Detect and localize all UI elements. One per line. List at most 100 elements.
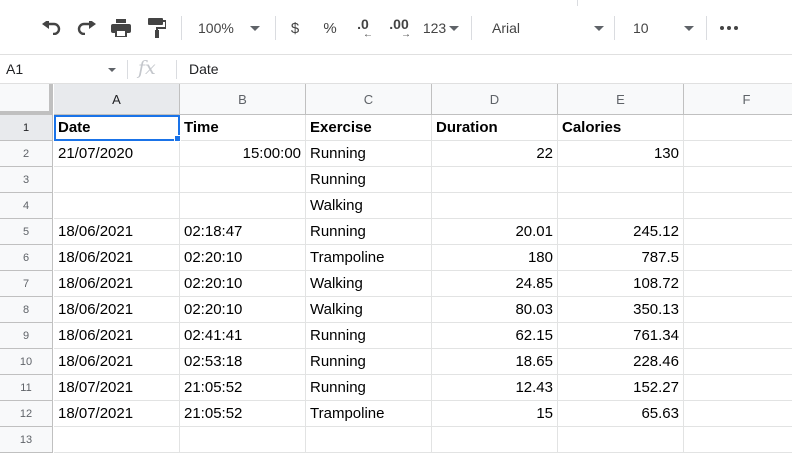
cell-b4[interactable]	[180, 193, 306, 219]
cell-d7[interactable]: 24.85	[432, 271, 558, 297]
cell-e9[interactable]: 761.34	[558, 323, 684, 349]
cell-a12[interactable]: 18/07/2021	[54, 401, 180, 427]
cell-e8[interactable]: 350.13	[558, 297, 684, 323]
row-header[interactable]: 13	[0, 427, 53, 453]
cell-a13[interactable]	[54, 427, 180, 453]
cell-e1[interactable]: Calories	[558, 115, 684, 141]
cell-e4[interactable]	[558, 193, 684, 219]
row-header[interactable]: 3	[0, 167, 53, 193]
cell-e13[interactable]	[558, 427, 684, 453]
undo-button[interactable]	[36, 13, 66, 43]
cell-d1[interactable]: Duration	[432, 115, 558, 141]
font-family-select[interactable]: Arial	[484, 13, 606, 43]
cell-d12[interactable]: 15	[432, 401, 558, 427]
cell-d9[interactable]: 62.15	[432, 323, 558, 349]
cell-b5[interactable]: 02:18:47	[180, 219, 306, 245]
column-header-c[interactable]: C	[306, 84, 432, 115]
cell-d11[interactable]: 12.43	[432, 375, 558, 401]
redo-button[interactable]	[72, 13, 102, 43]
formula-input[interactable]: Date	[189, 61, 219, 77]
cell-c2[interactable]: Running	[306, 141, 432, 167]
cell-e12[interactable]: 65.63	[558, 401, 684, 427]
cell-f2[interactable]	[684, 141, 792, 167]
cell-c3[interactable]: Running	[306, 167, 432, 193]
cell-e5[interactable]: 245.12	[558, 219, 684, 245]
cell-a4[interactable]	[54, 193, 180, 219]
font-size-select[interactable]: 10	[624, 13, 698, 43]
print-button[interactable]	[106, 13, 136, 43]
cell-f13[interactable]	[684, 427, 792, 453]
cell-b10[interactable]: 02:53:18	[180, 349, 306, 375]
select-all-corner[interactable]	[0, 84, 53, 115]
zoom-select[interactable]: 100%	[190, 13, 270, 43]
row-header[interactable]: 12	[0, 401, 53, 427]
cell-d6[interactable]: 180	[432, 245, 558, 271]
cell-b9[interactable]: 02:41:41	[180, 323, 306, 349]
cell-a1[interactable]: Date	[54, 115, 180, 141]
column-header-a[interactable]: A	[54, 84, 180, 115]
cell-f3[interactable]	[684, 167, 792, 193]
cell-a10[interactable]: 18/06/2021	[54, 349, 180, 375]
cell-c13[interactable]	[306, 427, 432, 453]
cell-c11[interactable]: Running	[306, 375, 432, 401]
cell-c12[interactable]: Trampoline	[306, 401, 432, 427]
cell-d10[interactable]: 18.65	[432, 349, 558, 375]
cell-f8[interactable]	[684, 297, 792, 323]
column-header-e[interactable]: E	[558, 84, 684, 115]
increase-decimal-button[interactable]: .00 →	[384, 13, 414, 43]
cell-a5[interactable]: 18/06/2021	[54, 219, 180, 245]
cell-b11[interactable]: 21:05:52	[180, 375, 306, 401]
cell-a6[interactable]: 18/06/2021	[54, 245, 180, 271]
row-header[interactable]: 10	[0, 349, 53, 375]
cell-d3[interactable]	[432, 167, 558, 193]
cell-e7[interactable]: 108.72	[558, 271, 684, 297]
cell-b12[interactable]: 21:05:52	[180, 401, 306, 427]
row-header[interactable]: 9	[0, 323, 53, 349]
row-header[interactable]: 11	[0, 375, 53, 401]
name-box[interactable]: A1	[0, 55, 127, 83]
cell-d13[interactable]	[432, 427, 558, 453]
cell-c1[interactable]: Exercise	[306, 115, 432, 141]
column-header-b[interactable]: B	[180, 84, 306, 115]
percent-format-button[interactable]: %	[318, 13, 342, 43]
row-header[interactable]: 4	[0, 193, 53, 219]
cell-e10[interactable]: 228.46	[558, 349, 684, 375]
cell-a2[interactable]: 21/07/2020	[54, 141, 180, 167]
fill-handle[interactable]	[174, 135, 181, 142]
cell-d2[interactable]: 22	[432, 141, 558, 167]
cell-c7[interactable]: Walking	[306, 271, 432, 297]
cell-a11[interactable]: 18/07/2021	[54, 375, 180, 401]
cell-a8[interactable]: 18/06/2021	[54, 297, 180, 323]
cell-f6[interactable]	[684, 245, 792, 271]
cell-a7[interactable]: 18/06/2021	[54, 271, 180, 297]
row-header[interactable]: 7	[0, 271, 53, 297]
decrease-decimal-button[interactable]: .0 ←	[350, 13, 376, 43]
cell-e2[interactable]: 130	[558, 141, 684, 167]
cell-c9[interactable]: Running	[306, 323, 432, 349]
cell-d4[interactable]	[432, 193, 558, 219]
row-header[interactable]: 2	[0, 141, 53, 167]
cell-d5[interactable]: 20.01	[432, 219, 558, 245]
cell-f7[interactable]	[684, 271, 792, 297]
cell-f9[interactable]	[684, 323, 792, 349]
cell-f11[interactable]	[684, 375, 792, 401]
cell-e3[interactable]	[558, 167, 684, 193]
cell-a3[interactable]	[54, 167, 180, 193]
more-options-button[interactable]	[714, 13, 744, 43]
number-format-select[interactable]: 123	[420, 13, 462, 43]
cell-f4[interactable]	[684, 193, 792, 219]
cell-b2[interactable]: 15:00:00	[180, 141, 306, 167]
cell-c4[interactable]: Walking	[306, 193, 432, 219]
cell-a9[interactable]: 18/06/2021	[54, 323, 180, 349]
cell-f10[interactable]	[684, 349, 792, 375]
cell-c8[interactable]: Walking	[306, 297, 432, 323]
cell-c6[interactable]: Trampoline	[306, 245, 432, 271]
cell-b8[interactable]: 02:20:10	[180, 297, 306, 323]
cell-e6[interactable]: 787.5	[558, 245, 684, 271]
cell-f12[interactable]	[684, 401, 792, 427]
column-header-d[interactable]: D	[432, 84, 558, 115]
cell-b3[interactable]	[180, 167, 306, 193]
currency-format-button[interactable]: $	[283, 13, 307, 43]
cell-f5[interactable]	[684, 219, 792, 245]
cell-f1[interactable]	[684, 115, 792, 141]
